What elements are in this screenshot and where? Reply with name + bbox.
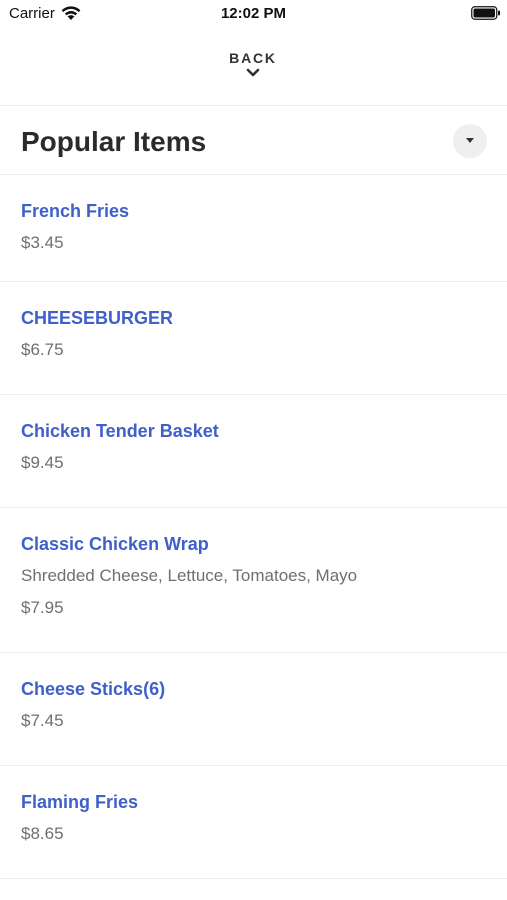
status-bar: Carrier 12:02 PM xyxy=(0,0,507,30)
section-header: Popular Items xyxy=(0,107,507,175)
item-price: $8.65 xyxy=(21,824,64,843)
menu-item[interactable]: Classic Chicken Wrap Shredded Cheese, Le… xyxy=(0,508,507,653)
battery-icon xyxy=(471,6,500,20)
section-title: Popular Items xyxy=(21,126,207,157)
item-price: $9.45 xyxy=(21,453,64,472)
menu-item[interactable]: CHEESEBURGER $6.75 xyxy=(0,282,507,395)
item-name: Classic Chicken Wrap xyxy=(21,534,209,554)
menu-screen: Carrier 12:02 PM BACK Popular Items Fren… xyxy=(0,0,507,900)
item-price: $6.75 xyxy=(21,340,64,359)
item-price: $7.95 xyxy=(21,598,64,617)
item-name: French Fries xyxy=(21,201,130,221)
chevron-down-icon xyxy=(246,68,260,77)
menu-item[interactable]: French Fries $3.45 xyxy=(0,175,507,282)
back-button[interactable]: BACK xyxy=(203,50,303,92)
item-price: $7.45 xyxy=(21,711,64,730)
item-name: Flaming Fries xyxy=(21,792,139,812)
menu-item[interactable]: Flaming Fries $8.65 xyxy=(0,766,507,879)
item-description: Shredded Cheese, Lettuce, Tomatoes, Mayo xyxy=(21,566,358,585)
item-price: $3.45 xyxy=(21,233,64,252)
item-name: CHEESEBURGER xyxy=(21,308,174,328)
menu-list: French Fries $3.45 CHEESEBURGER $6.75 Ch… xyxy=(0,175,507,879)
back-header: BACK xyxy=(0,38,507,106)
back-label: BACK xyxy=(229,50,277,66)
menu-item[interactable]: Chicken Tender Basket $9.45 xyxy=(0,395,507,508)
item-name: Chicken Tender Basket xyxy=(21,421,219,441)
item-name: Cheese Sticks(6) xyxy=(21,679,166,699)
status-time: 12:02 PM xyxy=(220,5,287,22)
menu-item[interactable]: Cheese Sticks(6) $7.45 xyxy=(0,653,507,766)
caret-down-icon xyxy=(466,138,474,143)
collapse-toggle-button[interactable] xyxy=(453,124,487,158)
